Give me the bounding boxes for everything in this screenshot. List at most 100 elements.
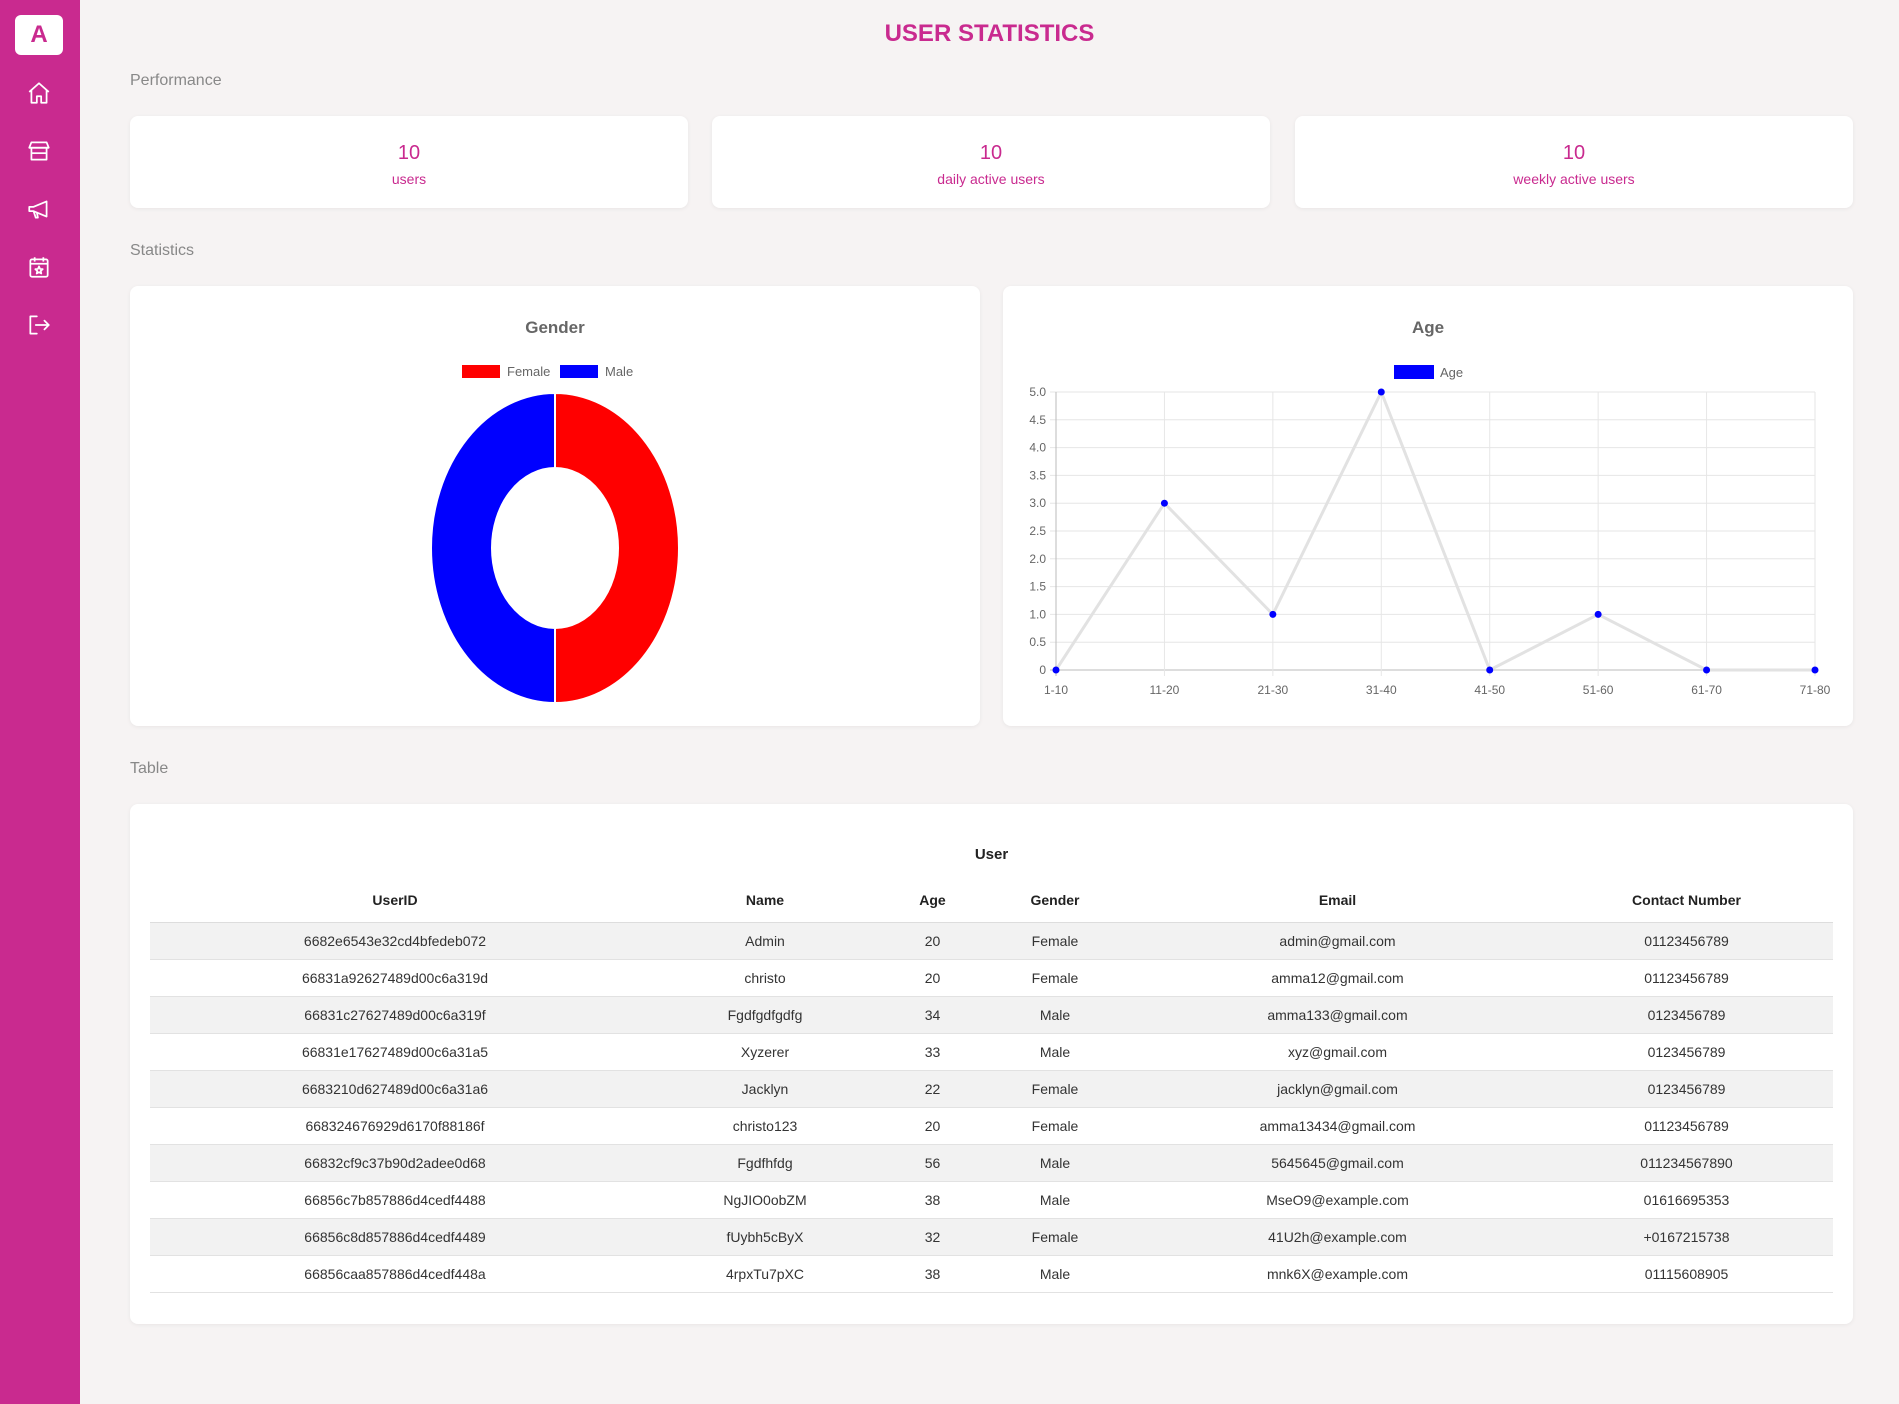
table-cell: christo (640, 959, 890, 997)
data-point[interactable] (1377, 388, 1385, 396)
table-cell: Xyzerer (640, 1033, 890, 1071)
user-table-card: User UserID Name Age Gender Email Contac… (130, 804, 1853, 1324)
table-cell: Male (975, 996, 1135, 1034)
sidebar-item-announcements[interactable] (22, 192, 56, 226)
data-point[interactable] (1486, 666, 1494, 674)
stat-label: users (391, 171, 427, 187)
data-point[interactable] (1594, 610, 1602, 618)
table-cell: Female (975, 959, 1135, 997)
table-row[interactable]: 6682e6543e32cd4bfedeb072 Admin 20 Female adm… (150, 922, 1833, 960)
table-cell: NgJIO0obZM (640, 1181, 890, 1219)
y-tick-label: 1.0 (1029, 607, 1046, 621)
table-cell: 01123456789 (1540, 959, 1833, 997)
table-row[interactable]: 6683210d627489d00c6a31a6 Jacklyn 22 Female j… (150, 1070, 1833, 1108)
table-cell: Fgdfgdfgdfg (640, 996, 890, 1034)
data-point[interactable] (1052, 666, 1060, 674)
table-cell: 0123456789 (1540, 996, 1833, 1034)
table-cell: 01123456789 (1540, 922, 1833, 960)
sidebar-item-home[interactable] (22, 76, 56, 110)
table-cell: Male (975, 1033, 1135, 1071)
calendar-star-icon (29, 257, 49, 278)
legend-swatch[interactable] (462, 365, 500, 378)
gender-donut-chart: Female Male (430, 364, 680, 705)
data-point[interactable] (1160, 499, 1168, 507)
table-row[interactable]: 66856caa857886d4cedf448a 4rpxTu7pXC 38 Male… (150, 1255, 1833, 1293)
table-cell: 0123456789 (1540, 1033, 1833, 1071)
table-cell: 6682e6543e32cd4bfedeb072 (150, 922, 640, 960)
sidebar-item-events[interactable] (22, 250, 56, 284)
legend-swatch[interactable] (1394, 365, 1434, 379)
column-header[interactable]: UserID (150, 878, 640, 923)
data-point[interactable] (1703, 666, 1711, 674)
table-cell: admin@gmail.com (1135, 922, 1540, 960)
data-point[interactable] (1269, 610, 1277, 618)
pie-slice-female[interactable] (554, 391, 680, 705)
table-row[interactable]: 66856c8d857886d4cedf4489 fUybh5cByX 32 Fema… (150, 1218, 1833, 1256)
legend-label[interactable]: Age (1440, 365, 1463, 380)
table-cell: fUybh5cByX (640, 1218, 890, 1256)
table-cell: 20 (890, 922, 975, 960)
age-chart-card: Age Age 0 0.5 1.0 1.5 2.0 2.5 3.0 3.5 4.0 4.5 5.0 1-… (1003, 286, 1853, 726)
table-cell: Male (975, 1144, 1135, 1182)
megaphone-icon (28, 200, 48, 219)
stat-value: 10 (397, 142, 421, 164)
table-cell: +0167215738 (1540, 1218, 1833, 1256)
table-cell: Fgdfhfdg (640, 1144, 890, 1182)
table-cell: jacklyn@gmail.com (1135, 1070, 1540, 1108)
legend-label[interactable]: Male (605, 364, 633, 379)
table-cell: 01115608905 (1540, 1255, 1833, 1293)
table-cell: 20 (890, 959, 975, 997)
legend-swatch[interactable] (560, 365, 598, 378)
table-title: User (974, 846, 1009, 863)
table-cell: 66856c7b857886d4cedf4488 (150, 1181, 640, 1219)
x-tick-label: 71-80 (1800, 683, 1831, 697)
x-tick-label: 61-70 (1691, 683, 1722, 697)
stat-label: weekly active users (1513, 171, 1635, 187)
table-cell: 668324676929d6170f88186f (150, 1107, 640, 1145)
y-tick-label: 3.5 (1029, 468, 1046, 482)
column-header[interactable]: Gender (975, 878, 1135, 923)
table-cell: christo123 (640, 1107, 890, 1145)
table-cell: Male (975, 1255, 1135, 1293)
y-tick-label: 1.5 (1029, 580, 1046, 594)
table-cell: 01123456789 (1540, 1107, 1833, 1145)
x-tick-label: 11-20 (1150, 683, 1180, 697)
table-cell: 011234567890 (1540, 1144, 1833, 1182)
table-row[interactable]: 66831a92627489d00c6a319d christo 20 Female a… (150, 959, 1833, 997)
y-tick-label: 5.0 (1029, 385, 1046, 399)
app-logo[interactable]: A (15, 15, 63, 55)
table-cell: 41U2h@example.com (1135, 1218, 1540, 1256)
stat-card-weekly-active: 10 weekly active users (1295, 116, 1853, 208)
sidebar: A (0, 0, 80, 1404)
pie-slice-male[interactable] (430, 391, 556, 705)
x-tick-label: 31-40 (1366, 683, 1397, 697)
y-tick-label: 0 (1039, 663, 1046, 677)
table-cell: 66831c27627489d00c6a319f (150, 996, 640, 1034)
legend-label[interactable]: Female (507, 364, 550, 379)
column-header[interactable]: Age (890, 878, 975, 923)
table-cell: 66856c8d857886d4cedf4489 (150, 1218, 640, 1256)
sidebar-item-store[interactable] (22, 134, 56, 168)
table-row[interactable]: 668324676929d6170f88186f christo123 20 Fema… (150, 1107, 1833, 1145)
column-header[interactable]: Contact Number (1540, 878, 1833, 923)
x-tick-label: 51-60 (1583, 683, 1614, 697)
table-cell: amma12@gmail.com (1135, 959, 1540, 997)
table-row[interactable]: 66831e17627489d00c6a31a5 Xyzerer 33 Male xyz… (150, 1033, 1833, 1071)
table-row[interactable]: 66832cf9c37b90d2adee0d68 Fgdfhfdg 56 Male 56… (150, 1144, 1833, 1182)
table-row[interactable]: 66856c7b857886d4cedf4488 NgJIO0obZM 38 Male… (150, 1181, 1833, 1219)
y-tick-label: 2.0 (1029, 552, 1046, 566)
page-title: USER STATISTICS (884, 20, 1095, 47)
table-cell: 22 (890, 1070, 975, 1108)
column-header[interactable]: Name (640, 878, 890, 923)
table-cell: Male (975, 1181, 1135, 1219)
data-point[interactable] (1811, 666, 1819, 674)
table-cell: 6683210d627489d00c6a31a6 (150, 1070, 640, 1108)
x-tick-label: 41-50 (1474, 683, 1505, 697)
table-cell: amma133@gmail.com (1135, 996, 1540, 1034)
table-cell: 4rpxTu7pXC (640, 1255, 890, 1293)
y-tick-label: 3.0 (1029, 496, 1046, 510)
sidebar-item-logout[interactable] (22, 308, 56, 342)
column-header[interactable]: Email (1135, 878, 1540, 923)
table-row[interactable]: 66831c27627489d00c6a319f Fgdfgdfgdfg 34 Mal… (150, 996, 1833, 1034)
table-cell: Jacklyn (640, 1070, 890, 1108)
